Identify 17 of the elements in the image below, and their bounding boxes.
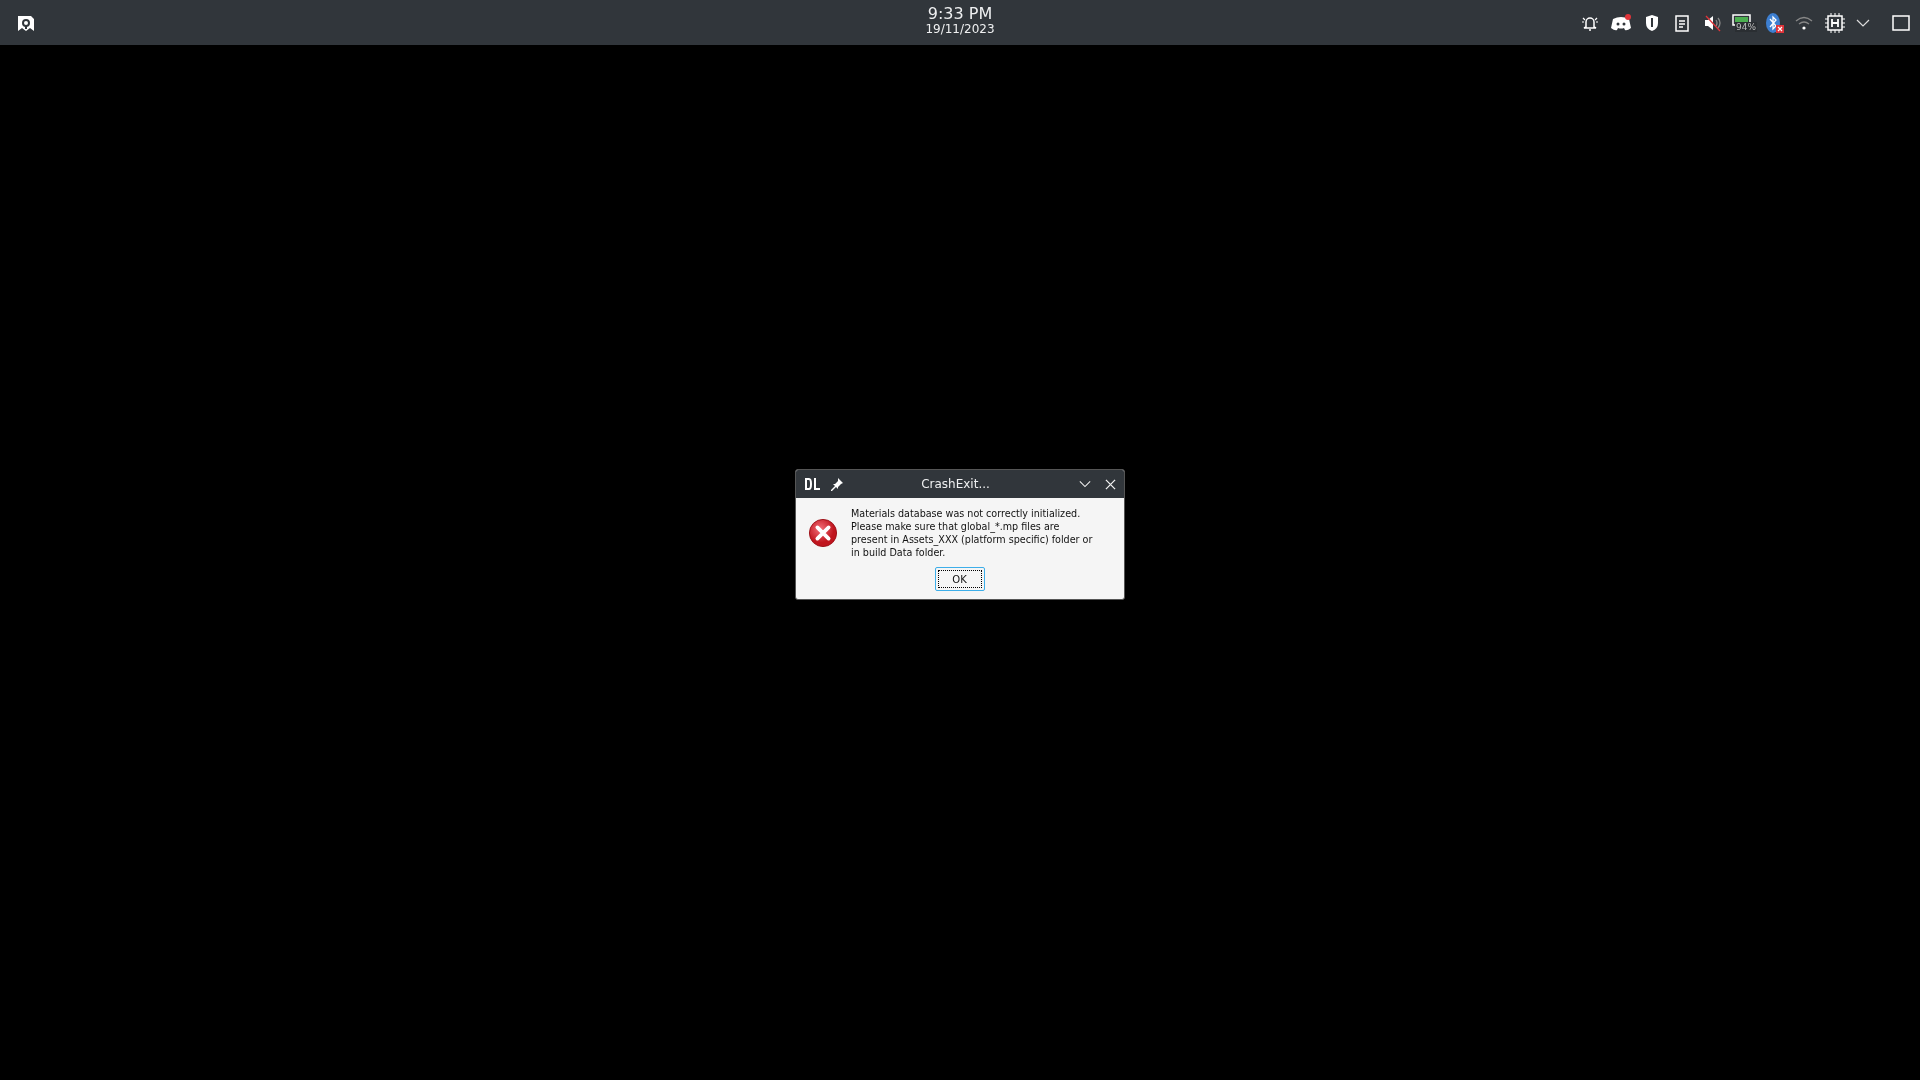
chat-app-icon[interactable] bbox=[1610, 12, 1632, 33]
ok-button[interactable]: OK bbox=[934, 567, 985, 591]
chip-icon[interactable] bbox=[1824, 11, 1846, 34]
show-desktop-icon[interactable] bbox=[1892, 14, 1910, 31]
clock-time[interactable]: 9:33 PM bbox=[927, 6, 993, 22]
chevron-down-icon[interactable] bbox=[1079, 480, 1091, 488]
close-icon[interactable] bbox=[1105, 478, 1116, 490]
clipboard-icon[interactable] bbox=[1672, 12, 1692, 33]
dialog-title: CrashExit... bbox=[920, 477, 991, 491]
chevron-down-icon[interactable] bbox=[1856, 18, 1870, 27]
app-logo-icon bbox=[804, 476, 822, 492]
pin-icon[interactable] bbox=[830, 477, 844, 491]
clock-date[interactable]: 19/11/2023 bbox=[925, 23, 995, 35]
battery-percentage: 94% bbox=[1735, 21, 1757, 32]
error-icon bbox=[808, 518, 838, 548]
bluetooth-icon[interactable] bbox=[1764, 11, 1784, 34]
error-message: Materials database was not correctly initialized. Please make sure that global_*.mp files are present in Assets_XXX (platform specific) folder or in build Data folder. bbox=[851, 507, 1094, 559]
